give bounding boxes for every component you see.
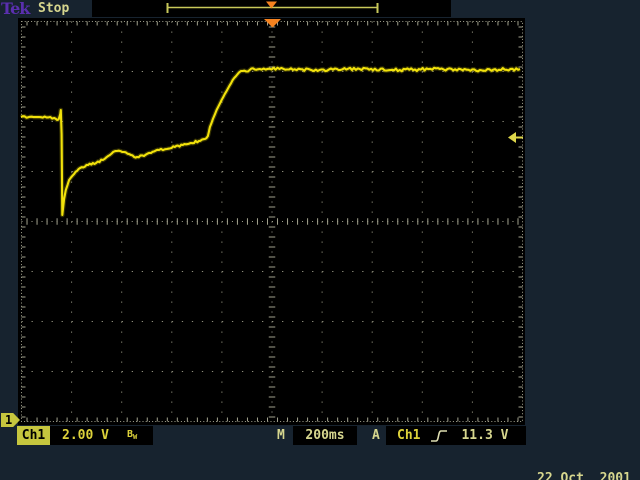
date-value: 22 Oct 2001 bbox=[537, 472, 631, 480]
bandwidth-limit-icon: BW bbox=[127, 430, 137, 442]
tek-logo: Tek bbox=[1, 0, 29, 18]
datetime-display: 22 Oct 2001 16:24:44 bbox=[537, 446, 631, 480]
trigger-readout: Ch1 11.3 V bbox=[386, 426, 526, 445]
trigger-mode-label: A bbox=[372, 428, 380, 443]
trigger-source: Ch1 bbox=[397, 428, 420, 443]
ch1-badge: Ch1 bbox=[17, 426, 50, 445]
ch1-readout: Ch1 2.00 V BW bbox=[17, 426, 153, 445]
trigger-level-value: 11.3 V bbox=[461, 428, 508, 443]
graticule-and-trace bbox=[0, 0, 640, 480]
timebase-value: 200ms bbox=[305, 428, 344, 443]
oscilloscope-screen: Tek Stop 1 Ch1 2.00 V BW M 200ms A Ch1 1… bbox=[0, 0, 640, 480]
timebase-readout: 200ms bbox=[293, 426, 357, 445]
ch1-scale-value: 2.00 V bbox=[62, 428, 109, 443]
acquisition-status: Stop bbox=[38, 1, 69, 16]
rising-edge-icon bbox=[430, 428, 448, 444]
timebase-label: M bbox=[277, 428, 285, 443]
